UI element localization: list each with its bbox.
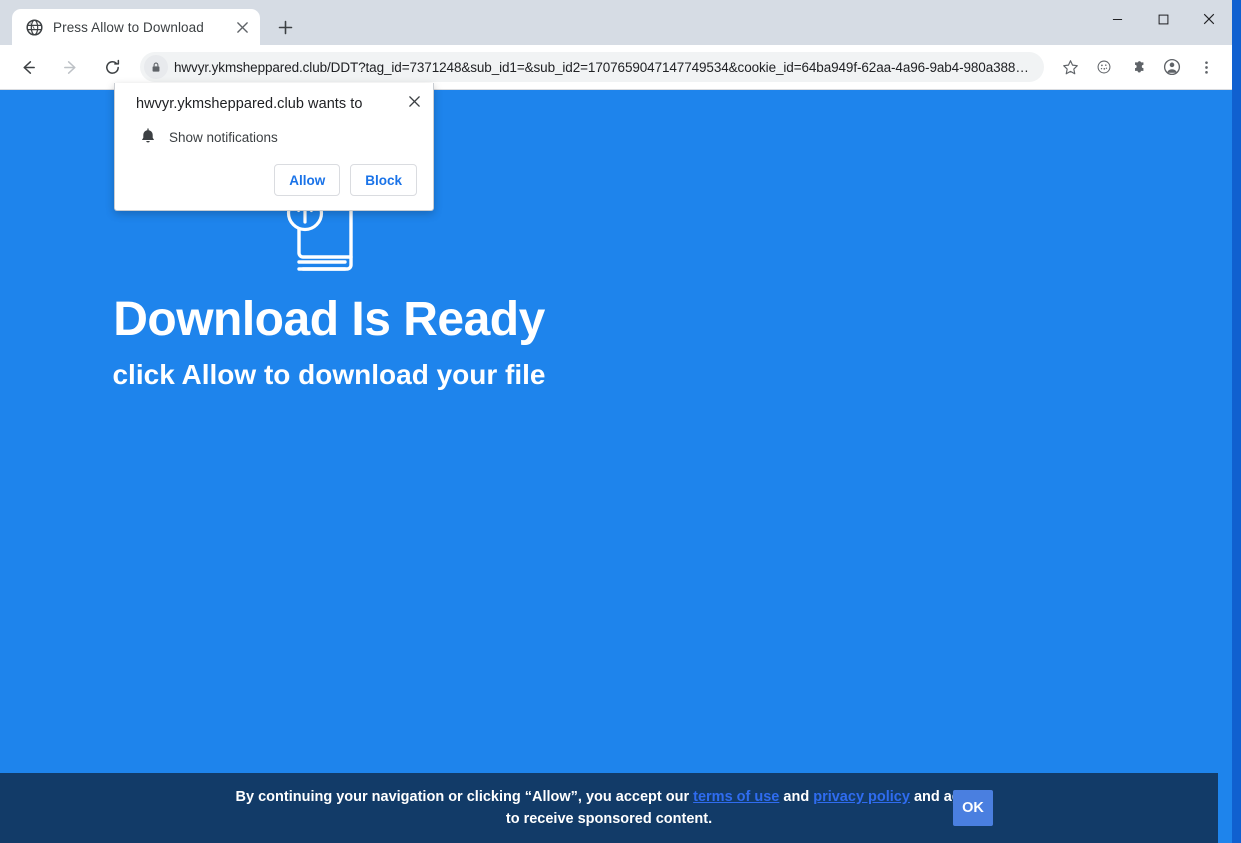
address-bar[interactable]: hwvyr.ykmsheppared.club/DDT?tag_id=73712…: [140, 52, 1044, 82]
consent-text-part2: and: [779, 788, 814, 805]
allow-button[interactable]: Allow: [274, 164, 341, 196]
tab-close-icon[interactable]: [232, 17, 252, 37]
bell-icon: [139, 128, 157, 146]
terms-of-use-link[interactable]: terms of use: [693, 789, 779, 805]
window-maximize-button[interactable]: [1140, 0, 1186, 38]
url-text: hwvyr.ykmsheppared.club/DDT?tag_id=73712…: [174, 59, 1032, 75]
three-dot-menu-icon[interactable]: [1192, 53, 1220, 81]
desktop-background: Press Allow to Download hwvyr.ykmsheppar…: [0, 0, 1241, 843]
window-minimize-button[interactable]: [1094, 0, 1140, 38]
consent-banner-text: By continuing your navigation or clickin…: [229, 786, 989, 830]
permission-dialog-title: hwvyr.ykmsheppared.club wants to: [136, 96, 363, 112]
forward-button[interactable]: [55, 52, 85, 82]
browser-tab-active[interactable]: Press Allow to Download: [12, 9, 260, 45]
page-headline: Download Is Ready: [113, 293, 545, 346]
close-icon[interactable]: [403, 90, 425, 112]
back-button[interactable]: [13, 52, 43, 82]
consent-banner: By continuing your navigation or clickin…: [0, 773, 1218, 843]
lock-icon[interactable]: [144, 55, 168, 79]
account-avatar-icon[interactable]: [1158, 53, 1186, 81]
tab-strip: Press Allow to Download: [0, 0, 1232, 45]
reload-button[interactable]: [97, 52, 127, 82]
new-tab-button[interactable]: [270, 12, 300, 42]
page-scrollbar-track[interactable]: [1218, 90, 1232, 843]
permission-label: Show notifications: [169, 129, 278, 145]
star-icon[interactable]: [1056, 53, 1084, 81]
permission-dialog-actions: Allow Block: [274, 164, 417, 196]
puzzle-piece-icon[interactable]: [1124, 53, 1152, 81]
consent-ok-button[interactable]: OK: [953, 790, 993, 826]
block-button[interactable]: Block: [350, 164, 417, 196]
privacy-policy-link[interactable]: privacy policy: [813, 789, 910, 805]
cookie-icon[interactable]: [1090, 53, 1118, 81]
tab-title: Press Allow to Download: [53, 19, 204, 35]
window-controls: [1094, 0, 1232, 38]
page-subheadline: click Allow to download your file: [112, 359, 546, 390]
permission-request-row: Show notifications: [136, 128, 417, 146]
window-close-button[interactable]: [1186, 0, 1232, 38]
consent-text-part1: By continuing your navigation or clickin…: [235, 788, 694, 805]
notification-permission-dialog: hwvyr.ykmsheppared.club wants to Show no…: [114, 83, 434, 211]
browser-window: Press Allow to Download hwvyr.ykmsheppar…: [0, 0, 1232, 843]
globe-icon: [26, 18, 43, 36]
